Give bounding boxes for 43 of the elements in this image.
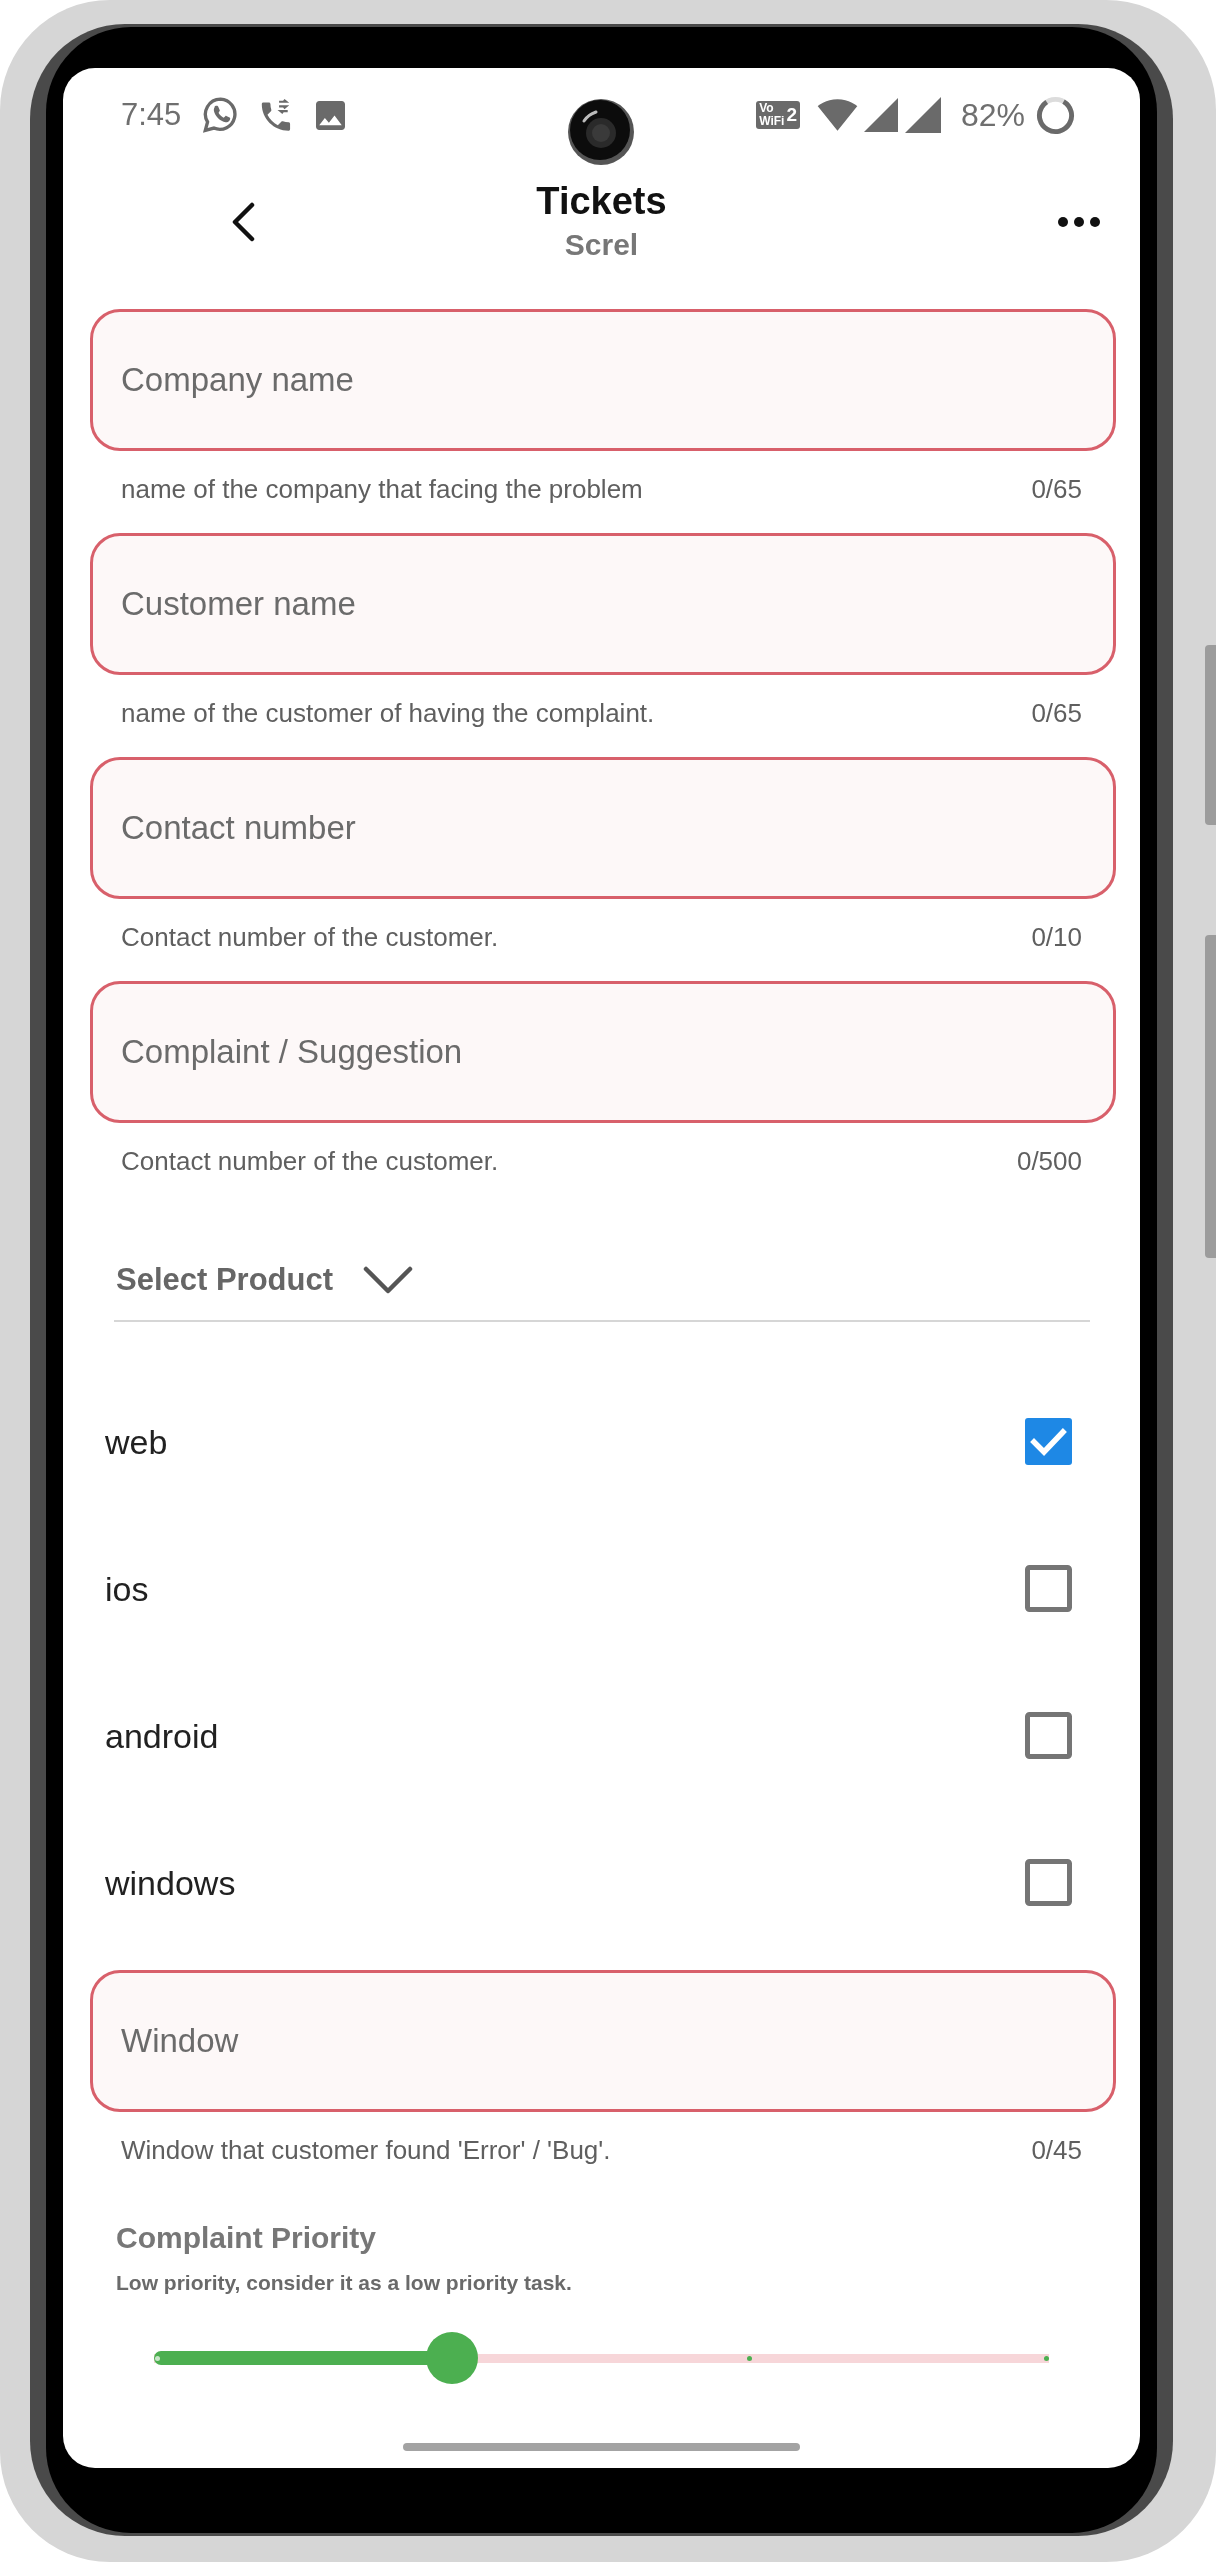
helper-text: Window that customer found 'Error' / 'Bug'.: [121, 2135, 611, 2165]
character-counter: 0/45: [1031, 2135, 1082, 2165]
product-dropdown[interactable]: Select Product: [114, 1240, 1090, 1322]
checkbox[interactable]: [1025, 1565, 1072, 1612]
helper-text: name of the customer of having the complaint.: [121, 698, 655, 728]
option-label: ios: [105, 1568, 149, 1609]
wifi-icon: [816, 99, 858, 131]
more-icon[interactable]: [1058, 217, 1100, 227]
text-field[interactable]: Contact number: [90, 757, 1116, 899]
back-icon[interactable]: [230, 202, 256, 242]
option-label: windows: [105, 1862, 236, 1903]
helper-text: Contact number of the customer.: [121, 1146, 499, 1176]
chat-bubble-icon: [203, 97, 240, 133]
checkbox[interactable]: [1025, 1712, 1072, 1759]
checkbox[interactable]: [1025, 1859, 1072, 1906]
tick-dot-icon: [1043, 2355, 1049, 2361]
character-counter: 0/500: [1016, 1146, 1082, 1176]
tick-dot-icon: [747, 2355, 753, 2361]
image-icon: [316, 100, 346, 130]
character-counter: 0/65: [1031, 474, 1082, 504]
text-field[interactable]: Complaint / Suggestion: [90, 981, 1116, 1123]
helper-text: name of the company that facing the problem: [121, 474, 643, 504]
page-subtitle: Screl: [564, 227, 639, 263]
section-description: Low priority, consider it as a low priority task.: [116, 2270, 573, 2296]
character-counter: 0/10: [1031, 922, 1082, 952]
tick-dot-icon: [154, 2355, 160, 2361]
option-label: android: [105, 1715, 219, 1756]
status-time: 7:45: [121, 97, 182, 133]
battery-ring-icon: [1036, 95, 1075, 135]
text-field[interactable]: Company name: [90, 309, 1116, 451]
battery-percentage: 82%: [960, 97, 1025, 133]
signal-icon: [863, 98, 898, 132]
checkbox[interactable]: [1025, 1418, 1072, 1465]
signal-icon: [904, 97, 941, 133]
caret-icon: [363, 1266, 414, 1294]
section-title: Complaint Priority: [116, 2220, 378, 2256]
text-field[interactable]: Customer name: [90, 533, 1116, 675]
helper-text: Contact number of the customer.: [121, 922, 499, 952]
page-title: Tickets: [536, 179, 667, 223]
option-label: web: [105, 1421, 168, 1462]
text-field[interactable]: Window: [90, 1970, 1116, 2112]
character-counter: 0/65: [1031, 698, 1082, 728]
camera-lens-icon: [568, 99, 634, 165]
